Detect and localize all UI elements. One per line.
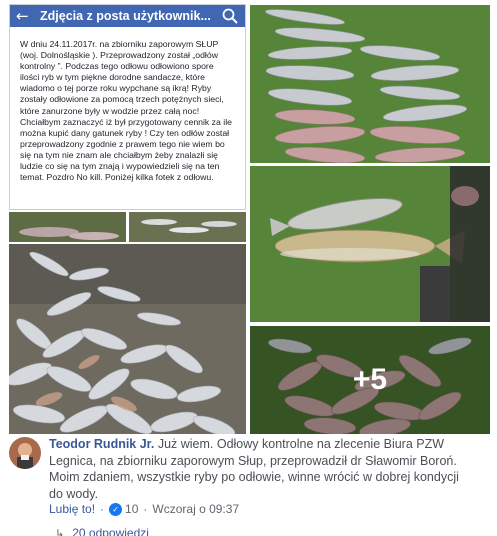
post-text: W dniu 24.11.2017r. na zbiorniku zaporow… bbox=[20, 39, 232, 183]
photo-fish-rows-grass[interactable] bbox=[250, 5, 490, 163]
comment-actions: Lubię to! · ✓ 10 · Wczoraj o 09:37 bbox=[49, 502, 239, 516]
search-icon[interactable] bbox=[221, 7, 239, 25]
comment-timestamp[interactable]: Wczoraj o 09:37 bbox=[152, 502, 239, 516]
photo-large-zander-pike[interactable] bbox=[250, 166, 490, 322]
thumbs-up-icon: ✓ bbox=[109, 502, 123, 516]
separator-dot: · bbox=[100, 502, 105, 516]
post-screenshot[interactable]: ← Zdjęcia z posta użytkownik... W dniu 2… bbox=[9, 4, 246, 210]
comment-body: Teodor Rudnik Jr. Już wiem. Odłowy kontr… bbox=[49, 436, 469, 502]
separator-dot: · bbox=[143, 502, 148, 516]
avatar[interactable] bbox=[9, 437, 41, 469]
phone-header-bar: ← Zdjęcia z posta użytkownik... bbox=[10, 5, 245, 27]
phone-title: Zdjęcia z posta użytkownik... bbox=[40, 9, 211, 23]
photo-thumb-1[interactable] bbox=[9, 212, 126, 242]
photo-thumb-2[interactable] bbox=[129, 212, 246, 242]
reply-arrow-icon: ↳ bbox=[55, 526, 65, 536]
photo-fish-on-gravel[interactable] bbox=[9, 244, 246, 434]
comment-author[interactable]: Teodor Rudnik Jr. bbox=[49, 437, 154, 451]
like-button[interactable]: Lubię to! bbox=[49, 502, 95, 516]
arrow-left-icon[interactable]: ← bbox=[16, 5, 32, 27]
replies-label[interactable]: 20 odpowiedzi bbox=[72, 526, 149, 536]
replies-link[interactable]: ↳ 20 odpowiedzi bbox=[55, 526, 149, 536]
reaction-count[interactable]: 10 bbox=[125, 502, 138, 516]
photo-fish-pile[interactable] bbox=[250, 326, 490, 434]
